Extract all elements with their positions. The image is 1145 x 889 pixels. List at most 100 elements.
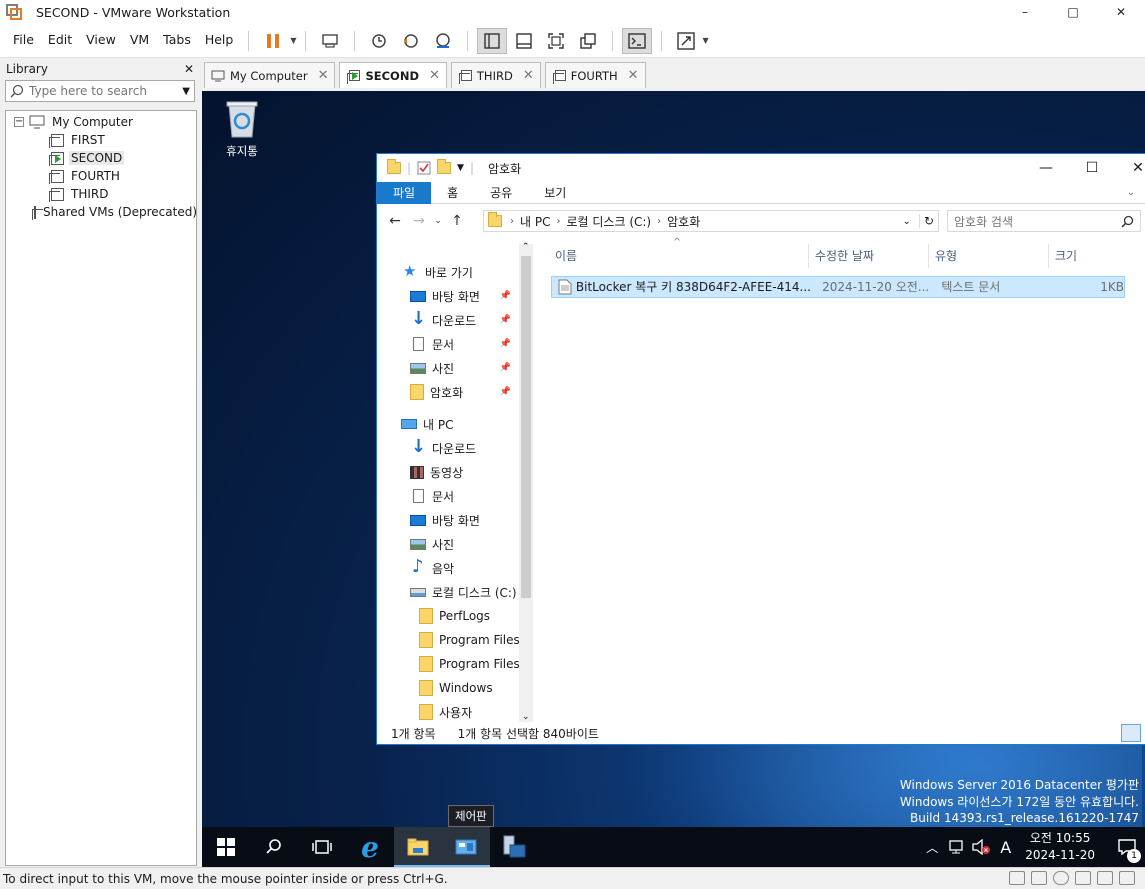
stretch-guest-button[interactable] bbox=[671, 28, 701, 54]
hard-disk-icon[interactable] bbox=[1031, 871, 1047, 885]
column-name[interactable]: 이름 bbox=[549, 244, 809, 268]
network-icon[interactable] bbox=[947, 839, 965, 855]
nav-pc-music[interactable]: 음악 bbox=[377, 556, 533, 580]
properties-icon[interactable] bbox=[417, 161, 431, 175]
hard-disk-icon[interactable] bbox=[1009, 871, 1025, 885]
network-adapter-icon[interactable] bbox=[1075, 871, 1091, 885]
snapshot-manager-button[interactable] bbox=[428, 28, 458, 54]
tree-item-third[interactable]: THIRD bbox=[6, 185, 196, 203]
nav-pc-downloads[interactable]: 다운로드 bbox=[377, 436, 533, 460]
tab-close-icon[interactable]: ✕ bbox=[429, 68, 440, 83]
tree-item-first[interactable]: FIRST bbox=[6, 131, 196, 149]
send-ctrl-alt-del-button[interactable] bbox=[315, 28, 345, 54]
stretch-dropdown-icon[interactable]: ▼ bbox=[703, 36, 709, 45]
tab-my-computer[interactable]: My Computer ✕ bbox=[204, 62, 336, 88]
start-button[interactable] bbox=[202, 827, 250, 867]
file-explorer-button[interactable] bbox=[394, 827, 442, 867]
explorer-minimize-button[interactable]: — bbox=[1023, 154, 1069, 182]
pause-button[interactable] bbox=[258, 28, 288, 54]
tree-item-my-computer[interactable]: − My Computer bbox=[6, 113, 196, 131]
ribbon-tab-file[interactable]: 파일 bbox=[377, 181, 432, 204]
clock[interactable]: 오전 10:55 2024-11-20 bbox=[1025, 830, 1095, 864]
volume-muted-icon[interactable] bbox=[971, 839, 991, 855]
tree-item-fourth[interactable]: FOURTH bbox=[6, 167, 196, 185]
internet-explorer-button[interactable]: e bbox=[346, 827, 394, 867]
scrollbar-thumb[interactable] bbox=[521, 256, 531, 598]
tab-close-icon[interactable]: ✕ bbox=[523, 68, 534, 83]
menu-file[interactable]: File bbox=[6, 24, 41, 58]
nav-pc-videos[interactable]: 동영상 bbox=[377, 460, 533, 484]
tab-second[interactable]: SECOND ✕ bbox=[339, 62, 447, 88]
address-box[interactable]: › 내 PC › 로컬 디스크 (C:) › 암호화 ⌄ ↻ bbox=[483, 210, 939, 232]
nav-local-disk[interactable]: 로컬 디스크 (C:) bbox=[377, 580, 533, 604]
explorer-maximize-button[interactable]: ☐ bbox=[1069, 154, 1115, 182]
display-icon[interactable] bbox=[1119, 871, 1135, 885]
address-segment[interactable]: 내 PC bbox=[520, 213, 550, 230]
library-search-box[interactable]: ▼ bbox=[5, 80, 195, 102]
nav-scrollbar[interactable]: ⌃ ⌄ bbox=[519, 242, 533, 722]
nav-pictures[interactable]: 사진 📌 bbox=[377, 356, 533, 380]
menu-vm[interactable]: VM bbox=[123, 24, 156, 58]
search-dropdown-icon[interactable]: ▼ bbox=[182, 86, 190, 97]
nav-pc-pictures[interactable]: 사진 bbox=[377, 532, 533, 556]
input-method-indicator[interactable]: A bbox=[1000, 838, 1011, 857]
show-library-button[interactable] bbox=[476, 27, 507, 54]
show-hidden-icons[interactable]: ︿ bbox=[926, 839, 938, 856]
power-dropdown-icon[interactable]: ▼ bbox=[290, 36, 296, 45]
ribbon-tab-view[interactable]: 보기 bbox=[528, 182, 582, 204]
ribbon-expand-icon[interactable]: ⌄ bbox=[1127, 187, 1135, 198]
menu-tabs[interactable]: Tabs bbox=[156, 24, 198, 58]
cd-rom-icon[interactable] bbox=[1053, 871, 1069, 885]
collapse-icon[interactable]: − bbox=[14, 117, 24, 127]
nav-program-files-x86[interactable]: Program Files bbox=[377, 652, 533, 676]
nav-quick-access[interactable]: 바로 가기 bbox=[377, 260, 533, 284]
tab-fourth[interactable]: FOURTH ✕ bbox=[544, 62, 646, 88]
scroll-up-icon[interactable]: ⌃ bbox=[522, 242, 530, 252]
unity-button[interactable] bbox=[573, 28, 603, 54]
column-type[interactable]: 유형 bbox=[929, 244, 1049, 268]
show-thumbnail-bar-button[interactable] bbox=[509, 28, 539, 54]
tab-third[interactable]: THIRD ✕ bbox=[450, 62, 541, 88]
console-view-button[interactable] bbox=[621, 27, 652, 54]
nav-perflogs[interactable]: PerfLogs bbox=[377, 604, 533, 628]
explorer-close-button[interactable]: ✕ bbox=[1115, 154, 1145, 182]
address-dropdown-icon[interactable]: ⌄ bbox=[903, 216, 911, 227]
nav-desktop[interactable]: 바탕 화면 📌 bbox=[377, 284, 533, 308]
recycle-bin-shortcut[interactable]: 휴지통 bbox=[218, 99, 266, 159]
menu-view[interactable]: View bbox=[79, 24, 123, 58]
control-panel-button[interactable] bbox=[442, 827, 490, 867]
search-button[interactable] bbox=[250, 827, 298, 867]
details-view-icon[interactable] bbox=[1121, 724, 1141, 742]
nav-documents[interactable]: 문서 📌 bbox=[377, 332, 533, 356]
library-search-input[interactable] bbox=[29, 84, 183, 98]
nav-pc-desktop[interactable]: 바탕 화면 bbox=[377, 508, 533, 532]
ribbon-tab-home[interactable]: 홈 bbox=[431, 182, 474, 204]
tree-item-shared-vms[interactable]: Shared VMs (Deprecated) bbox=[6, 203, 197, 221]
column-modified[interactable]: 수정한 날짜 bbox=[809, 244, 929, 268]
tree-item-second[interactable]: SECOND bbox=[6, 149, 196, 167]
ribbon-tab-share[interactable]: 공유 bbox=[474, 182, 528, 204]
vm-console[interactable]: 휴지통 | ▼ | 암호화 — ☐ ✕ 파일 홈 공유 보기 ⌄ ← → ⌄ ↑… bbox=[202, 91, 1145, 867]
address-segment[interactable]: 암호화 bbox=[667, 213, 700, 230]
nav-encryption-folder[interactable]: 암호화 📌 bbox=[377, 380, 533, 404]
back-button[interactable]: ← bbox=[383, 213, 407, 229]
forward-button[interactable]: → bbox=[407, 213, 431, 229]
tab-close-icon[interactable]: ✕ bbox=[318, 68, 329, 83]
maximize-button[interactable]: □ bbox=[1049, 0, 1097, 24]
nav-windows[interactable]: Windows bbox=[377, 676, 533, 700]
library-close-icon[interactable]: ✕ bbox=[184, 62, 194, 76]
customize-toolbar-icon[interactable]: ▼ bbox=[457, 163, 464, 173]
file-row-bitlocker-key[interactable]: BitLocker 복구 키 838D64F2-AFEE-414... 2024… bbox=[551, 276, 1125, 298]
address-segment[interactable]: 로컬 디스크 (C:) bbox=[566, 213, 651, 230]
action-center-button[interactable]: 1 bbox=[1109, 827, 1145, 867]
nav-pc-documents[interactable]: 문서 bbox=[377, 484, 533, 508]
close-button[interactable]: ✕ bbox=[1097, 0, 1145, 24]
nav-downloads[interactable]: 다운로드 📌 bbox=[377, 308, 533, 332]
scroll-down-icon[interactable]: ⌄ bbox=[522, 712, 530, 722]
new-folder-icon[interactable] bbox=[437, 159, 452, 174]
up-button[interactable]: ↑ bbox=[445, 213, 469, 229]
explorer-search-box[interactable]: 암호화 검색 bbox=[947, 210, 1141, 232]
refresh-icon[interactable]: ↻ bbox=[918, 214, 934, 228]
nav-users[interactable]: 사용자 bbox=[377, 700, 533, 722]
task-view-button[interactable] bbox=[298, 827, 346, 867]
